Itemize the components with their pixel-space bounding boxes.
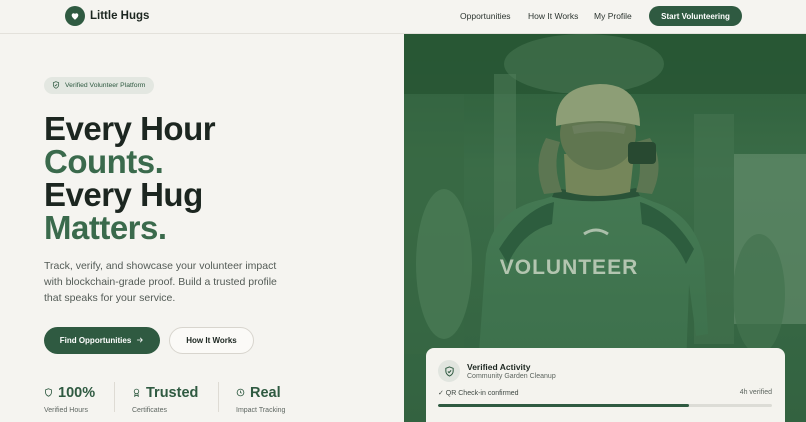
verified-activity-card: Verified Activity Community Garden Clean… bbox=[426, 348, 785, 422]
find-opportunities-label: Find Opportunities bbox=[59, 336, 132, 345]
stat-value: 100% bbox=[58, 385, 96, 401]
top-navbar: Little Hugs Opportunities How It Works M… bbox=[0, 0, 806, 34]
verified-platform-badge: Verified Volunteer Platform bbox=[44, 77, 155, 94]
headline-line-1: Every Hour bbox=[44, 110, 216, 147]
stat-value: Real bbox=[250, 385, 281, 401]
start-volunteering-button[interactable]: Start Volunteering bbox=[649, 6, 742, 26]
brand-logo[interactable]: Little Hugs bbox=[65, 6, 149, 26]
hero-headline: Every Hour Counts. Every Hug Matters. bbox=[44, 110, 216, 246]
stat-divider bbox=[114, 382, 115, 412]
badge-label: Verified Volunteer Platform bbox=[65, 82, 146, 89]
nav-link-my-profile[interactable]: My Profile bbox=[594, 11, 632, 21]
stat-label: Certificates bbox=[132, 407, 168, 414]
stat-certificates: Trusted Certificates bbox=[132, 384, 198, 414]
clock-icon bbox=[236, 384, 245, 402]
stat-impact-tracking: Real Impact Tracking bbox=[236, 384, 285, 414]
nav-link-opportunities[interactable]: Opportunities bbox=[460, 11, 511, 21]
heart-icon bbox=[65, 6, 85, 26]
qr-checkin-status: ✓ QR Check-in confirmed bbox=[438, 390, 519, 397]
brand-name: Little Hugs bbox=[90, 10, 150, 22]
shield-icon bbox=[44, 384, 53, 402]
verification-progress-bar bbox=[438, 404, 772, 407]
card-title: Verified Activity bbox=[467, 362, 531, 372]
stat-label: Verified Hours bbox=[44, 407, 88, 414]
headline-line-4: Matters. bbox=[44, 209, 167, 246]
stat-label: Impact Tracking bbox=[236, 407, 286, 414]
headline-line-3: Every Hug bbox=[44, 176, 203, 213]
hero-description: Track, verify, and showcase your volunte… bbox=[44, 260, 277, 304]
stat-divider bbox=[218, 382, 219, 412]
award-icon bbox=[132, 384, 141, 402]
nav-link-how-it-works[interactable]: How It Works bbox=[528, 11, 578, 21]
headline-line-2: Counts. bbox=[44, 143, 164, 180]
progress-fill bbox=[438, 404, 689, 407]
hours-verified: 4h verified bbox=[739, 389, 772, 396]
stat-verified-hours: 100% Verified Hours bbox=[44, 384, 95, 414]
how-it-works-button[interactable]: How It Works bbox=[169, 327, 254, 354]
stat-value: Trusted bbox=[146, 385, 199, 401]
card-subtitle: Community Garden Cleanup bbox=[467, 373, 556, 380]
arrow-right-icon bbox=[136, 336, 144, 346]
shield-check-icon bbox=[438, 360, 460, 382]
shield-check-icon bbox=[52, 80, 60, 91]
find-opportunities-button[interactable]: Find Opportunities bbox=[44, 327, 160, 354]
